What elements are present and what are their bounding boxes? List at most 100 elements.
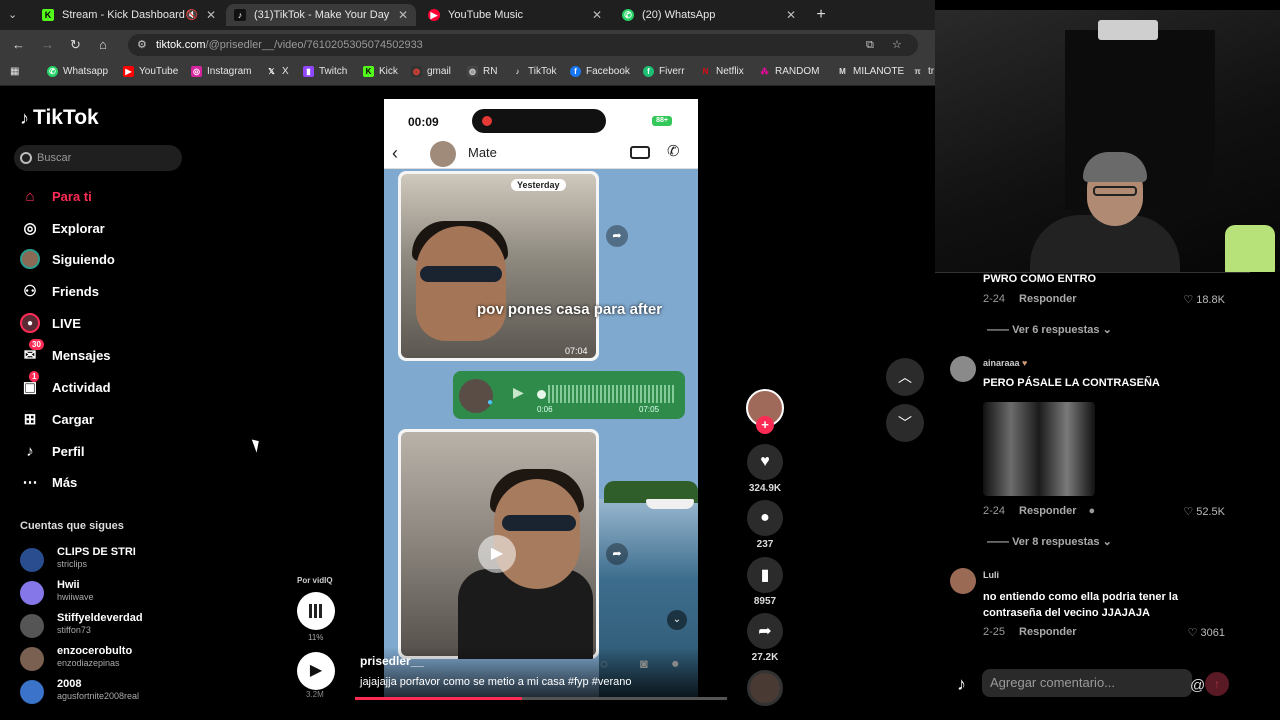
mute-icon[interactable]: 🔇 xyxy=(186,10,198,21)
account-handle: hwiiwave xyxy=(57,592,94,602)
close-tab-icon[interactable]: ✕ xyxy=(592,8,602,22)
follow-button[interactable]: + xyxy=(756,416,774,434)
whatsapp-icon: ✆ xyxy=(622,9,634,21)
nav-perfil[interactable]: ♪ Perfil xyxy=(20,440,84,462)
avatar[interactable] xyxy=(950,568,976,594)
x-icon: 𝕏 xyxy=(268,67,275,76)
bookmark-fiverr[interactable]: f Fiverr xyxy=(643,66,685,77)
reply-button[interactable]: Responder xyxy=(1019,505,1076,517)
bookmark-label: TikTok xyxy=(528,66,557,77)
date-divider: Yesterday xyxy=(511,179,566,191)
reply-button[interactable]: Responder xyxy=(1019,293,1076,305)
comment-username[interactable]: ainaraaa ♥ xyxy=(983,358,1027,368)
nav-mensajes[interactable]: ✉ 30 Mensajes xyxy=(20,339,111,366)
new-tab-button[interactable]: + xyxy=(812,6,830,24)
music-widget-button[interactable] xyxy=(297,592,335,630)
back-icon[interactable]: ← xyxy=(12,37,25,52)
comment-input[interactable] xyxy=(990,675,1130,690)
bookmark-netflix[interactable]: N Netflix xyxy=(700,66,744,77)
logo-text: TikTok xyxy=(33,106,99,129)
avatar[interactable] xyxy=(950,356,976,382)
bookmark-twitch[interactable]: ▮ Twitch xyxy=(303,66,347,77)
nav-friends[interactable]: ⚇ Friends xyxy=(20,280,99,302)
view-replies-button[interactable]: —— Ver 8 respuestas ⌄ xyxy=(987,535,1112,548)
close-tab-icon[interactable]: ✕ xyxy=(786,8,796,22)
nav-label: Cargar xyxy=(52,411,94,427)
video-author[interactable]: prisedler__ xyxy=(360,654,424,668)
bookmark-random[interactable]: ⁂ RANDOM xyxy=(759,66,820,77)
install-app-icon[interactable]: ⧉ xyxy=(866,34,874,56)
bookmark-x[interactable]: 𝕏X xyxy=(266,66,288,77)
nav-label: Más xyxy=(52,474,78,490)
like-action[interactable]: ♥ 324.9K xyxy=(745,444,785,494)
comment-date: 2-24 xyxy=(983,293,1006,305)
streamer-glasses xyxy=(1093,186,1137,196)
bookmark-milanote[interactable]: M MILANOTE xyxy=(837,66,904,77)
nav-cargar[interactable]: ⊞ Cargar xyxy=(20,408,94,430)
share-action[interactable]: ➦ 27.2K xyxy=(745,613,785,663)
bookmark-rn[interactable]: ◍ RN xyxy=(467,66,497,77)
save-action[interactable]: ▮ 8957 xyxy=(745,557,785,607)
bookmark-tiktok[interactable]: ♪ TikTok xyxy=(512,66,557,77)
mention-icon[interactable]: @ xyxy=(1190,677,1205,694)
forward-icon[interactable]: → xyxy=(41,37,54,52)
reply-button[interactable]: Responder xyxy=(1019,626,1076,638)
view-replies-button[interactable]: —— Ver 6 respuestas ⌄ xyxy=(987,323,1112,336)
bookmark-star-icon[interactable]: ☆ xyxy=(892,34,902,56)
nav-para-ti[interactable]: ⌂ Para ti xyxy=(20,185,91,207)
video-player[interactable]: 00:09 88+ ‹ Mate ✆ Yesterday 07:04 pov p… xyxy=(384,99,698,697)
comment-username[interactable]: Luli xyxy=(983,570,999,580)
share-icon: ➦ xyxy=(747,613,783,649)
bookmark-gmail[interactable]: ◍ gmail xyxy=(411,66,451,77)
screen: ⌄ K Stream - Kick Dashboard 🔇 ✕ ♪ (31)Ti… xyxy=(0,0,1280,720)
bookmark-kick[interactable]: K Kick xyxy=(363,66,398,77)
close-tab-icon[interactable]: ✕ xyxy=(206,8,216,22)
comment-like[interactable]: ♡ 3061 xyxy=(1188,626,1225,639)
home-icon[interactable]: ⌂ xyxy=(99,37,107,52)
tab-youtube-music[interactable]: ▶ YouTube Music ✕ xyxy=(420,4,610,26)
tiktok-logo[interactable]: ♪ TikTok xyxy=(20,106,99,130)
close-tab-icon[interactable]: ✕ xyxy=(398,8,408,22)
next-video-button[interactable]: ﹀ xyxy=(886,404,924,442)
nav-actividad[interactable]: ▣ 1 Actividad xyxy=(20,371,111,398)
tr-icon: π xyxy=(914,67,921,76)
url-field[interactable]: ⚙ tiktok.com/@prisedler__/video/76102053… xyxy=(128,34,918,56)
video-progress-bar[interactable] xyxy=(355,697,727,700)
comment-like[interactable]: ♡ 52.5K xyxy=(1183,505,1225,518)
send-button[interactable]: ↑ xyxy=(1205,672,1229,696)
tab-tiktok[interactable]: ♪ (31)TikTok - Make Your Day ✕ xyxy=(226,4,416,26)
reload-icon[interactable]: ↻ xyxy=(70,37,81,53)
bookmark-youtube[interactable]: ▶ YouTube xyxy=(123,66,178,77)
bookmark-tr[interactable]: π tr xyxy=(912,66,934,77)
chevron-down-icon: ⌄ xyxy=(1102,536,1112,548)
comment-like-count: 52.5K xyxy=(1196,506,1225,518)
search-input[interactable] xyxy=(37,152,167,164)
play-button[interactable]: ▶ xyxy=(297,652,335,690)
nav-explorar[interactable]: ◎ Explorar xyxy=(20,217,104,239)
battery-icon: 88+ xyxy=(652,116,672,126)
tab-search-icon[interactable]: ⌄ xyxy=(8,8,17,21)
voice-scrubber xyxy=(537,390,546,399)
nav-siguiendo[interactable]: Siguiendo xyxy=(20,248,115,270)
comment-input-wrap[interactable]: @ ☺ xyxy=(982,669,1231,697)
random-icon: ⁂ xyxy=(760,67,769,76)
search-box[interactable] xyxy=(14,145,182,171)
nav-label: LIVE xyxy=(52,315,81,331)
apps-grid-icon[interactable]: ▦ xyxy=(10,66,19,77)
site-info-icon[interactable]: ⚙ xyxy=(137,34,147,56)
tab-whatsapp[interactable]: ✆ (20) WhatsApp ✕ xyxy=(614,4,804,26)
tab-kick-dashboard[interactable]: K Stream - Kick Dashboard 🔇 ✕ xyxy=(34,4,224,26)
bookmark-facebook[interactable]: f Facebook xyxy=(570,66,630,77)
sound-disc[interactable] xyxy=(747,670,783,706)
bookmark-whatsapp[interactable]: ✆ Whatsapp xyxy=(47,66,108,77)
camera-icon: ◙ xyxy=(640,656,648,671)
nav-mas[interactable]: ⋯ Más xyxy=(20,471,78,493)
comment-action[interactable]: ● 237 xyxy=(745,500,785,550)
account-name: Hwii xyxy=(57,579,80,591)
previous-video-button[interactable]: ︿ xyxy=(886,358,924,396)
comments-panel: PWRO COMO ENTRO 2-24 Responder ♡ 18.8K —… xyxy=(935,272,1250,720)
voice-waveform xyxy=(548,385,676,403)
bookmark-instagram[interactable]: ◎ Instagram xyxy=(191,66,251,77)
comment-like[interactable]: ♡ 18.8K xyxy=(1183,293,1225,306)
nav-live[interactable]: ● LIVE xyxy=(20,312,81,334)
